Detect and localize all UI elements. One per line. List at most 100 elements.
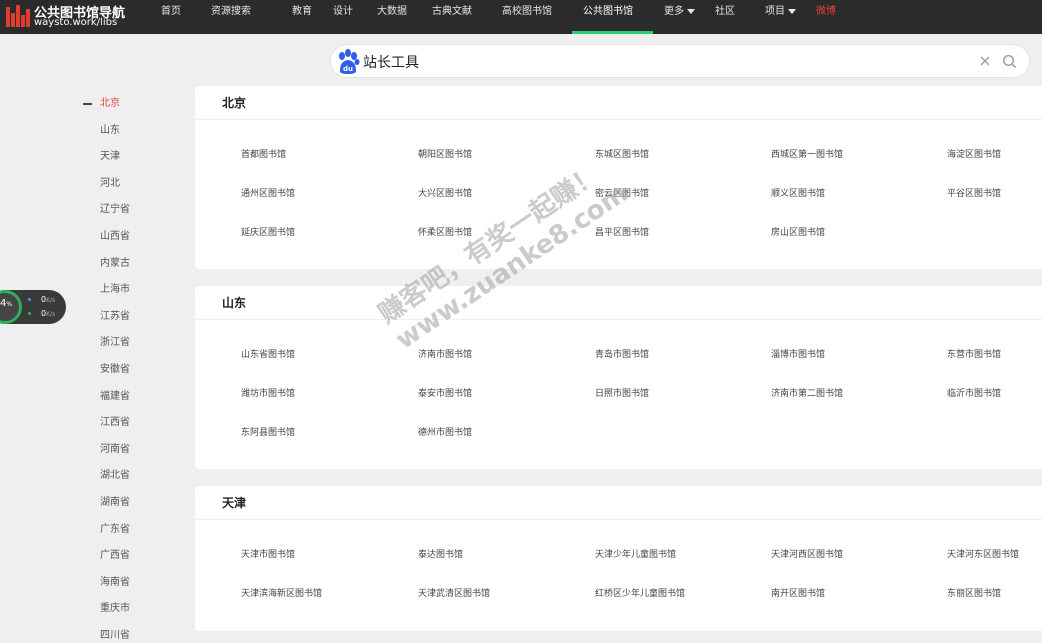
province-item[interactable]: 内蒙古	[82, 254, 182, 281]
library-link[interactable]: 日照市图书馆	[595, 386, 649, 399]
baidu-paw-icon[interactable]: du	[336, 49, 360, 75]
library-link[interactable]: 潍坊市图书馆	[241, 386, 295, 399]
province-item[interactable]: 山东	[82, 121, 182, 148]
library-link[interactable]: 东营市图书馆	[947, 347, 1001, 360]
nav-item-4[interactable]: 大数据	[366, 0, 421, 34]
library-link[interactable]: 平谷区图书馆	[947, 186, 1001, 199]
province-item[interactable]: 山西省	[82, 227, 182, 254]
search-bar: du	[330, 44, 1030, 78]
province-item[interactable]: 河南省	[82, 440, 182, 467]
nav-item-7[interactable]: 公共图书馆	[572, 0, 653, 34]
nav-item-9[interactable]: 社区	[704, 0, 754, 34]
library-link[interactable]: 东阿县图书馆	[241, 425, 295, 438]
nav-item-3[interactable]: 设计	[322, 0, 366, 34]
nav-item-label: 大数据	[377, 6, 407, 17]
library-link[interactable]: 天津市图书馆	[241, 547, 295, 560]
nav-item-11[interactable]: 微博	[805, 0, 836, 34]
section-title: 北京	[222, 96, 247, 110]
library-link[interactable]: 南开区图书馆	[771, 586, 825, 599]
nav-item-label: 设计	[333, 6, 353, 17]
province-list: 北京 山东 天津 河北 辽宁省 山西省 内蒙古 上海市 江苏省 浙江省 安徽省 福建省 江西省 河南省 湖北…	[82, 94, 182, 643]
province-item[interactable]: 北京	[82, 94, 182, 121]
library-link[interactable]: 海淀区图书馆	[947, 147, 1001, 160]
library-link[interactable]: 顺义区图书馆	[771, 186, 825, 199]
library-link[interactable]: 通州区图书馆	[241, 186, 295, 199]
province-item[interactable]: 福建省	[82, 387, 182, 414]
library-link[interactable]: 密云区图书馆	[595, 186, 649, 199]
nav-item-8[interactable]: 更多	[653, 0, 704, 34]
library-link[interactable]: 首都图书馆	[241, 147, 286, 160]
library-link[interactable]: 济南市图书馆	[418, 347, 472, 360]
province-item[interactable]: 辽宁省	[82, 200, 182, 227]
library-link[interactable]: 临沂市图书馆	[947, 386, 1001, 399]
nav-item-1[interactable]: 资源搜索	[200, 0, 281, 34]
library-link[interactable]: 怀柔区图书馆	[418, 225, 472, 238]
network-speed-widget[interactable]: 4% 0K/s 0K/s	[0, 290, 66, 324]
library-link[interactable]: 泰安市图书馆	[418, 386, 472, 399]
nav-item-6[interactable]: 高校图书馆	[491, 0, 572, 34]
main-nav: 首页 资源搜索 教育 设计 大数据 古典文献 高校图书馆 公共图书馆 更多 社区 项目 微博	[150, 0, 836, 34]
caret-down-icon	[788, 8, 796, 14]
nav-item-10[interactable]: 项目	[754, 0, 805, 34]
library-link[interactable]: 天津武清区图书馆	[418, 586, 490, 599]
library-link[interactable]: 泰达图书馆	[418, 547, 463, 560]
province-item[interactable]: 河北	[82, 174, 182, 201]
site-url: waysto.work/libs	[34, 17, 118, 28]
clear-icon[interactable]	[979, 55, 991, 67]
section-divider	[195, 519, 1042, 520]
nav-item-label: 高校图书馆	[502, 6, 552, 17]
library-link[interactable]: 东丽区图书馆	[947, 586, 1001, 599]
library-link[interactable]: 济南市第二图书馆	[771, 386, 843, 399]
download-speed: 0K/s	[28, 309, 55, 318]
library-section-card: 山东山东省图书馆 济南市图书馆 青岛市图书馆 淄博市图书馆 东营市图书馆潍坊市图书馆 泰安…	[195, 286, 1042, 469]
nav-item-label: 社区	[715, 6, 735, 17]
library-link[interactable]: 青岛市图书馆	[595, 347, 649, 360]
province-item[interactable]: 湖北省	[82, 466, 182, 493]
province-item[interactable]: 天津	[82, 147, 182, 174]
search-icon[interactable]	[1002, 54, 1017, 69]
library-section-card: 天津天津市图书馆 泰达图书馆 天津少年儿童图书馆 天津河西区图书馆 天津河东区图书馆天津…	[195, 486, 1042, 631]
province-item[interactable]: 上海市	[82, 280, 182, 307]
province-item[interactable]: 广东省	[82, 520, 182, 547]
svg-text:du: du	[343, 65, 353, 73]
nav-item-label: 首页	[161, 6, 181, 17]
section-title: 天津	[222, 496, 247, 510]
library-link[interactable]: 西城区第一图书馆	[771, 147, 843, 160]
province-item[interactable]: 重庆市	[82, 599, 182, 626]
province-item[interactable]: 安徽省	[82, 360, 182, 387]
library-link[interactable]: 红桥区少年儿童图书馆	[595, 586, 685, 599]
nav-item-5[interactable]: 古典文献	[421, 0, 491, 34]
nav-item-2[interactable]: 教育	[281, 0, 322, 34]
library-logo-icon[interactable]	[6, 3, 30, 27]
nav-item-label: 微博	[816, 6, 836, 17]
library-link[interactable]: 天津少年儿童图书馆	[595, 547, 676, 560]
library-link[interactable]: 东城区图书馆	[595, 147, 649, 160]
library-link[interactable]: 天津滨海新区图书馆	[241, 586, 322, 599]
section-title: 山东	[222, 296, 247, 310]
province-item[interactable]: 浙江省	[82, 333, 182, 360]
library-link[interactable]: 房山区图书馆	[771, 225, 825, 238]
top-navbar: 公共图书馆导航 waysto.work/libs 首页 资源搜索 教育 设计 大数据 古典…	[0, 0, 1042, 34]
library-link[interactable]: 延庆区图书馆	[241, 225, 295, 238]
library-link[interactable]: 天津河东区图书馆	[947, 547, 1019, 560]
library-link[interactable]: 大兴区图书馆	[418, 186, 472, 199]
province-item[interactable]: 海南省	[82, 573, 182, 600]
nav-item-0[interactable]: 首页	[150, 0, 200, 34]
nav-item-label: 更多	[664, 6, 684, 17]
download-arrow-icon	[28, 312, 31, 315]
province-item[interactable]: 江苏省	[82, 307, 182, 334]
province-item[interactable]: 江西省	[82, 413, 182, 440]
province-item[interactable]: 广西省	[82, 546, 182, 573]
library-link[interactable]: 朝阳区图书馆	[418, 147, 472, 160]
library-link[interactable]: 淄博市图书馆	[771, 347, 825, 360]
nav-item-label: 资源搜索	[211, 6, 251, 17]
library-link[interactable]: 德州市图书馆	[418, 425, 472, 438]
section-divider	[195, 119, 1042, 120]
province-item[interactable]: 湖南省	[82, 493, 182, 520]
library-section-card: 北京首都图书馆 朝阳区图书馆 东城区图书馆 西城区第一图书馆 海淀区图书馆通州区图书馆 大…	[195, 86, 1042, 269]
library-link[interactable]: 天津河西区图书馆	[771, 547, 843, 560]
search-input[interactable]	[363, 51, 963, 73]
province-item[interactable]: 四川省	[82, 626, 182, 643]
library-link[interactable]: 山东省图书馆	[241, 347, 295, 360]
library-link[interactable]: 昌平区图书馆	[595, 225, 649, 238]
